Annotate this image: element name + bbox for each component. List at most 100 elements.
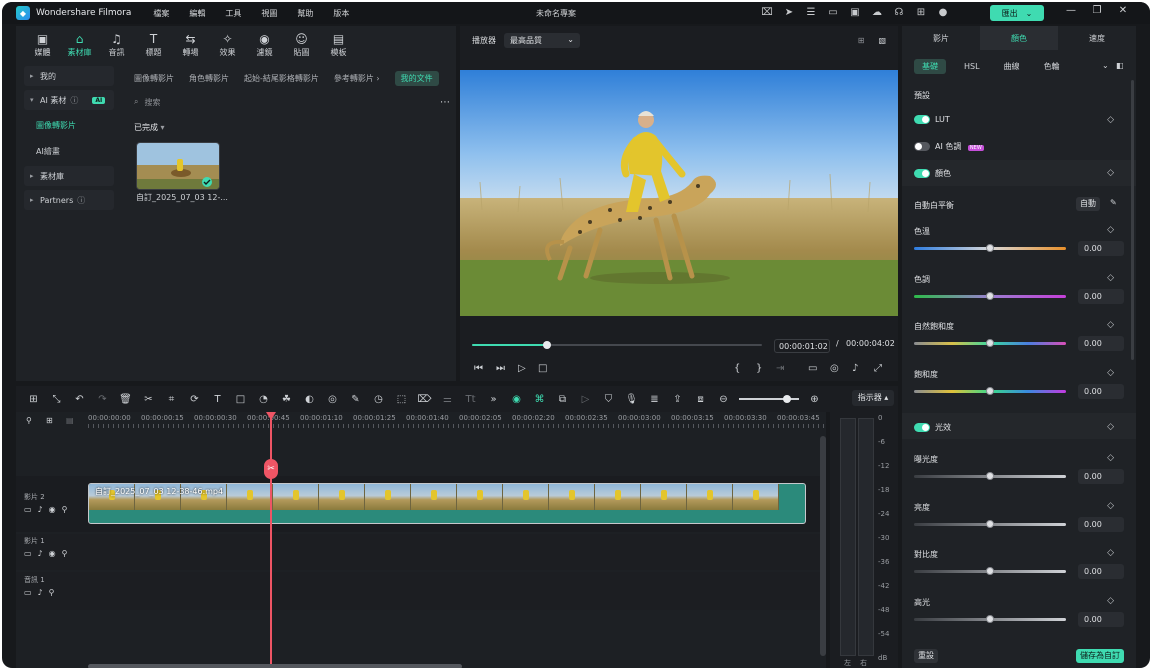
brightness-value[interactable]: 0.00 <box>1078 517 1124 532</box>
keyframe-icon[interactable]: ◇ <box>1107 501 1114 511</box>
render-icon[interactable]: ◉ <box>505 394 528 405</box>
tint-slider[interactable] <box>914 292 1066 300</box>
tab-my-files[interactable]: 我的文件 <box>394 70 439 86</box>
menu-help[interactable]: 幫助 <box>297 8 313 19</box>
slider-handle[interactable] <box>986 387 994 395</box>
timeline-horizontal-scrollbar[interactable] <box>88 664 462 668</box>
slider-handle[interactable] <box>986 615 994 623</box>
timeline-vertical-scrollbar[interactable] <box>820 436 826 656</box>
save-icon[interactable]: ▣ <box>848 6 862 20</box>
timer-icon[interactable]: ◷ <box>367 394 390 405</box>
vibrance-slider[interactable] <box>914 339 1066 347</box>
track-list-icon[interactable]: ≣ <box>643 394 666 405</box>
gift-icon[interactable]: ⌧ <box>760 6 774 20</box>
menu-file[interactable]: 檔案 <box>153 8 169 19</box>
mic-icon[interactable]: 🎙 <box>620 394 643 405</box>
speed-icon[interactable]: ◔ <box>252 394 275 405</box>
tab-templates[interactable]: ▤ 模板 <box>320 26 357 62</box>
brightness-slider[interactable] <box>914 520 1066 528</box>
ai-color-toggle[interactable] <box>914 142 930 151</box>
media-thumbnail[interactable] <box>136 142 220 190</box>
tab-character-to-video[interactable]: 角色轉影片 <box>189 73 229 84</box>
save-custom-button[interactable]: 儲存為自訂 <box>1076 649 1124 663</box>
color-match-icon[interactable]: ☘ <box>275 394 298 405</box>
quality-select[interactable]: 最高品質 ⌄ <box>504 32 580 48</box>
tab-basic[interactable]: 基礎 <box>914 58 946 74</box>
sidebar-item-ai-stock[interactable]: ▾ AI 素材 ⓘ AI <box>24 90 114 110</box>
fullscreen-icon[interactable]: ⤢ <box>874 363 882 374</box>
keyframe-icon[interactable]: ◇ <box>1107 225 1114 235</box>
panel-scrollbar[interactable] <box>1131 80 1134 360</box>
track-controls[interactable]: ▭♪⚲ <box>24 588 94 597</box>
playhead[interactable] <box>270 412 272 668</box>
split-icon[interactable]: ✂ <box>137 394 160 405</box>
slider-handle[interactable] <box>986 339 994 347</box>
split-at-playhead-icon[interactable]: ✂ <box>264 459 278 479</box>
keyframe-icon[interactable]: ◇ <box>1107 453 1114 463</box>
highlights-slider[interactable] <box>914 615 1066 623</box>
tab-reference-to-video[interactable]: 參考轉影片 › <box>334 73 380 84</box>
menu-tools[interactable]: 工具 <box>225 8 241 19</box>
rectangle-icon[interactable]: □ <box>229 394 252 405</box>
grid-icon[interactable]: ⊞ <box>858 36 865 45</box>
keyframe-icon[interactable]: ◇ <box>1107 548 1114 558</box>
eyedropper-icon[interactable]: ✎ <box>1110 198 1117 207</box>
mark-out-icon[interactable]: } <box>756 363 762 374</box>
slider-handle[interactable] <box>986 520 994 528</box>
add-track-icon[interactable]: ⊞ <box>46 416 53 425</box>
crop-icon[interactable]: ⌗ <box>160 394 183 405</box>
saturation-slider[interactable] <box>914 387 1066 395</box>
contrast-slider[interactable] <box>914 567 1066 575</box>
tab-media[interactable]: ▣ 媒體 <box>24 26 61 62</box>
display-icon[interactable]: ▭ <box>826 6 840 20</box>
slider-handle[interactable] <box>986 292 994 300</box>
exposure-value[interactable]: 0.00 <box>1078 469 1124 484</box>
more-tools-icon[interactable]: » <box>482 394 505 405</box>
menu-version[interactable]: 版本 <box>333 8 349 19</box>
highlights-value[interactable]: 0.00 <box>1078 612 1124 627</box>
keyframe-icon[interactable]: ◇ <box>1107 115 1114 125</box>
track-settings-icon[interactable]: ▤ <box>66 416 74 425</box>
sidebar-item-partners[interactable]: ▸ Partners ⓘ <box>24 190 114 210</box>
video-clip[interactable]: 自訂_2025_07_03 12-38-46.mp4 <box>88 483 806 524</box>
tint-value[interactable]: 0.00 <box>1078 289 1124 304</box>
menu-edit[interactable]: 編輯 <box>189 8 205 19</box>
auto-button[interactable]: 自動 <box>1076 197 1100 211</box>
zoom-handle[interactable] <box>783 395 791 403</box>
adjust-icon[interactable]: ⚌ <box>436 394 459 405</box>
playback-scrubber[interactable] <box>472 341 762 349</box>
shield-icon[interactable]: ⛉ <box>597 394 620 405</box>
chevron-down-icon[interactable]: ⌄ <box>1102 61 1109 70</box>
text-icon[interactable]: T <box>206 394 229 405</box>
compare-icon[interactable]: ◧ <box>1116 61 1124 70</box>
mask-icon[interactable]: ◐ <box>298 394 321 405</box>
tab-video[interactable]: 影片 <box>902 26 980 50</box>
keyframe-icon[interactable]: ◇ <box>1107 596 1114 606</box>
temperature-slider[interactable] <box>914 244 1066 252</box>
tab-image-to-video[interactable]: 圖像轉影片 <box>134 73 174 84</box>
redo-icon[interactable]: ↷ <box>91 394 114 405</box>
slider-handle[interactable] <box>986 244 994 252</box>
tab-transitions[interactable]: ⇆ 轉場 <box>172 26 209 62</box>
play-range-icon[interactable]: ▷ <box>574 394 597 405</box>
undo-icon[interactable]: ↶ <box>68 394 91 405</box>
current-time[interactable]: 00:00:01:02 <box>774 339 830 353</box>
contrast-value[interactable]: 0.00 <box>1078 564 1124 579</box>
sidebar-item-image-to-video[interactable]: 圖像轉影片 <box>24 114 114 136</box>
color-toggle[interactable] <box>914 169 930 178</box>
monitor-icon[interactable]: ▭ <box>808 363 817 374</box>
minimize-icon[interactable]: — <box>1058 5 1084 16</box>
support-icon[interactable]: ☊ <box>892 6 906 20</box>
scrubber-handle[interactable] <box>543 341 552 349</box>
exposure-slider[interactable] <box>914 472 1066 480</box>
avatar[interactable]: ● <box>936 6 950 20</box>
zoom-in-icon[interactable]: ⊕ <box>803 394 826 405</box>
tab-color[interactable]: 顏色 <box>980 26 1058 50</box>
edit-icon[interactable]: ✎ <box>344 394 367 405</box>
light-toggle[interactable] <box>914 423 930 432</box>
sidebar-item-stock[interactable]: ▸ 素材庫 <box>24 166 114 186</box>
slider-handle[interactable] <box>986 472 994 480</box>
magnet-icon[interactable]: ⚲ <box>26 416 32 425</box>
menu-view[interactable]: 視圖 <box>261 8 277 19</box>
keyframe-icon[interactable]: ◇ <box>1107 273 1114 283</box>
